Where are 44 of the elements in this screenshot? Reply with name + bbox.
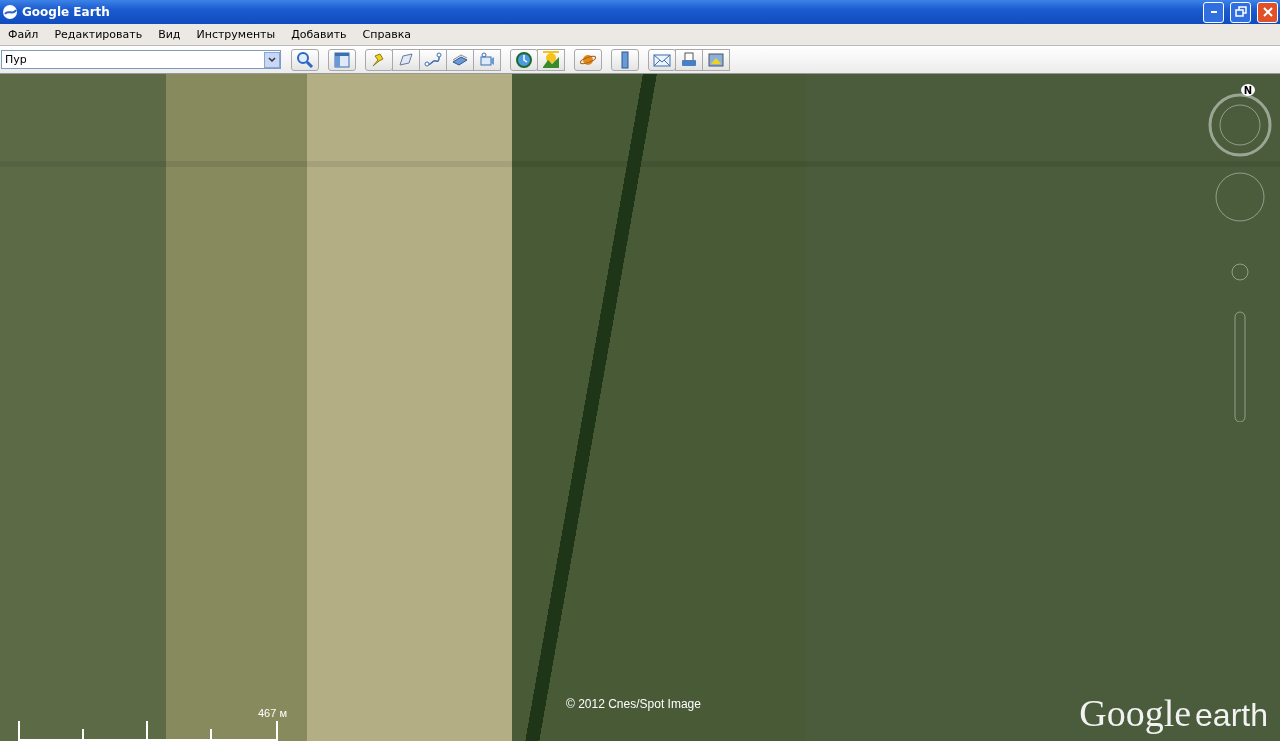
copyright-text: © 2012 Cnes/Spot Image: [566, 697, 701, 711]
toolbar-button[interactable]: [675, 48, 703, 71]
menu-item[interactable]: Файл: [0, 28, 47, 41]
path-icon: [424, 50, 442, 69]
menu-item[interactable]: Инструменты: [188, 28, 284, 41]
search-field[interactable]: Пур: [1, 50, 281, 69]
navigation-controls-drawing[interactable]: N: [1202, 82, 1272, 422]
scale-label: 467 м: [258, 707, 287, 719]
menu-item[interactable]: Редактировать: [46, 28, 151, 41]
restore-button[interactable]: [1230, 1, 1251, 23]
polygon-icon: [397, 50, 415, 69]
restore-icon: [1234, 6, 1247, 18]
toolbar-button[interactable]: [574, 48, 602, 71]
sidebar-icon: [333, 50, 351, 69]
toolbar-button[interactable]: [648, 48, 676, 71]
search-icon: [296, 50, 314, 69]
menu-item[interactable]: Добавить: [283, 28, 355, 41]
toolbar-button[interactable]: [392, 48, 420, 71]
close-button[interactable]: [1257, 1, 1278, 23]
dropdown-caret-icon[interactable]: [264, 51, 280, 68]
toolbar-button[interactable]: [446, 48, 474, 71]
toolbar-button[interactable]: [365, 48, 393, 71]
clock-icon: [515, 50, 533, 69]
globe-icon: [2, 4, 18, 20]
toolbar-button[interactable]: [510, 48, 538, 71]
minimize-button[interactable]: [1203, 1, 1224, 23]
menu-item[interactable]: Вид: [150, 28, 189, 41]
menu-item[interactable]: Справка: [354, 28, 420, 41]
window-title: Google Earth: [22, 5, 111, 19]
close-icon: [1261, 6, 1274, 18]
picture-icon: [707, 50, 725, 69]
minimize-icon: [1210, 11, 1217, 13]
camera-icon: [478, 50, 496, 69]
north-label: N: [1243, 85, 1253, 96]
toolbar-button[interactable]: [473, 48, 501, 71]
toolbar-button[interactable]: [702, 48, 730, 71]
toolbar-button[interactable]: [611, 48, 639, 71]
search-button[interactable]: [291, 48, 319, 71]
toolbar-button[interactable]: [537, 48, 565, 71]
satellite-map[interactable]: N 467 м © 2012 Cnes/Spot Image Googleearth: [0, 74, 1280, 741]
toolbar-button[interactable]: [328, 48, 356, 71]
toolbar-button[interactable]: [419, 48, 447, 71]
sun-icon: [542, 50, 560, 69]
google-earth-logo: Googleearth: [1079, 691, 1268, 735]
